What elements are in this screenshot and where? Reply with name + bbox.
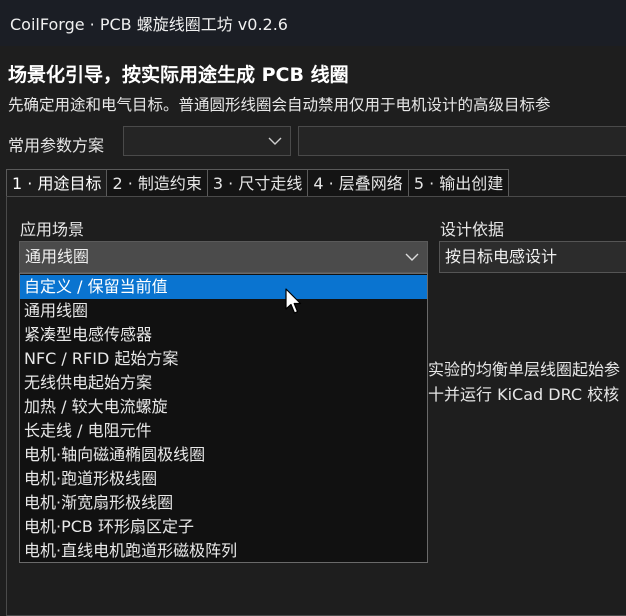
scene-label: 应用场景 [20,220,85,239]
tab-usage[interactable]: 1 · 用途目标 [6,169,108,197]
chevron-down-icon [405,253,419,261]
scene-dropdown-list: 自定义 / 保留当前值 通用线圈 紧凑型电感传感器 NFC / RFID 起始方… [19,273,428,563]
scene-option-motor-axial-elliptic[interactable]: 电机·轴向磁通椭圆极线圈 [20,443,427,467]
basis-selected-value: 按目标电感设计 [445,247,558,266]
tab-output[interactable]: 5 · 输出创建 [407,169,510,197]
mouse-cursor-icon [285,288,302,314]
chevron-down-icon [268,137,282,145]
page-subtitle: 先确定用途和电气目标。普通圆形线圈会自动禁用仅用于电机设计的高级目标参 [8,96,551,114]
tab-manufacturing[interactable]: 2 · 制造约束 [106,169,208,197]
scene-option-general[interactable]: 通用线圈 [20,299,427,323]
scene-option-heating[interactable]: 加热 / 较大电流螺旋 [20,395,427,419]
tab-bar: 1 · 用途目标 2 · 制造约束 3 · 尺寸走线 4 · 层叠网络 5 · … [6,169,510,197]
scene-option-custom[interactable]: 自定义 / 保留当前值 [20,275,427,299]
scene-selected-value: 通用线圈 [25,247,90,266]
basis-label: 设计依据 [440,220,505,239]
description-line-1: 实验的均衡单层线圈起始参 [428,360,621,379]
scene-option-long-trace[interactable]: 长走线 / 电阻元件 [20,419,427,443]
preset-name-input[interactable] [298,126,626,156]
title-bar: CoilForge · PCB 螺旋线圈工坊 v0.2.6 [0,0,626,46]
scene-option-nfc-rfid[interactable]: NFC / RFID 起始方案 [20,347,427,371]
scene-select[interactable]: 通用线圈 [19,241,428,273]
window-title: CoilForge · PCB 螺旋线圈工坊 v0.2.6 [10,15,288,34]
description-line-2: 十并运行 KiCad DRC 校核 [428,385,620,404]
scene-option-motor-linear-array[interactable]: 电机·直线电机跑道形磁极阵列 [20,539,427,563]
scene-option-motor-racetrack[interactable]: 电机·跑道形极线圈 [20,467,427,491]
scene-option-motor-widening-sector[interactable]: 电机·渐宽扇形极线圈 [20,491,427,515]
tab-dimensions[interactable]: 3 · 尺寸走线 [206,169,309,197]
basis-select[interactable]: 按目标电感设计 [439,241,626,273]
page-heading: 场景化引导，按实际用途生成 PCB 线圈 [8,64,349,86]
scene-option-compact-sensor[interactable]: 紧凑型电感传感器 [20,323,427,347]
preset-select[interactable] [123,126,291,156]
preset-label: 常用参数方案 [8,136,105,155]
tab-stackup[interactable]: 4 · 层叠网络 [307,169,409,197]
scene-option-wireless-power[interactable]: 无线供电起始方案 [20,371,427,395]
scene-option-motor-pcb-stator[interactable]: 电机·PCB 环形扇区定子 [20,515,427,539]
